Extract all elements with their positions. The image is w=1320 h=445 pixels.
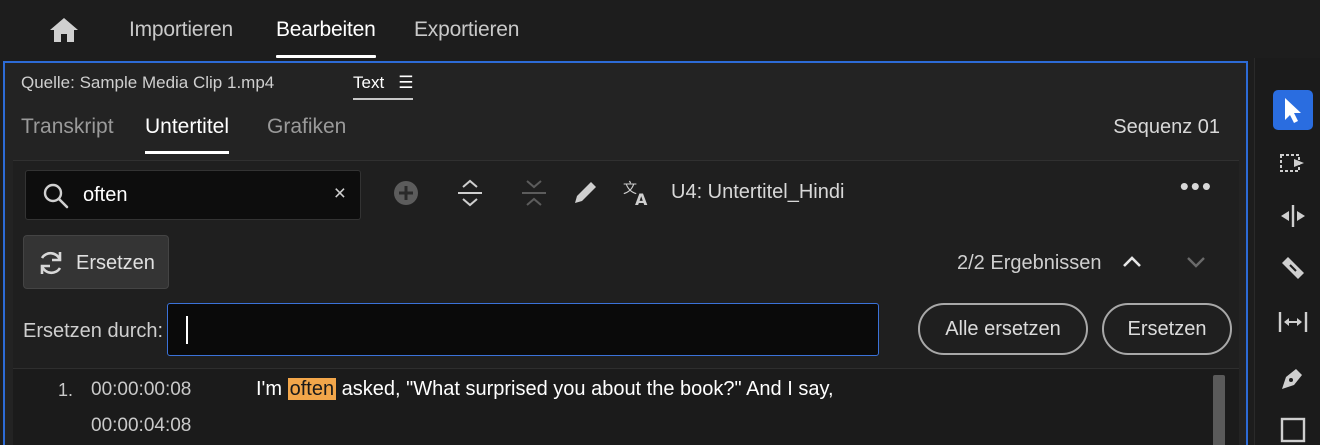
razor-tool[interactable] <box>1273 248 1313 288</box>
track-select-tool[interactable] <box>1273 144 1313 184</box>
track-select-icon <box>1280 154 1304 172</box>
replace-row: Ersetzen 2/2 Ergebnissen <box>13 225 1239 300</box>
search-input[interactable]: often <box>83 184 127 207</box>
svg-text:A: A <box>635 190 648 209</box>
replace-toggle-button[interactable]: Ersetzen <box>23 235 169 289</box>
pen-tool[interactable] <box>1273 358 1313 398</box>
scrollbar[interactable] <box>1213 375 1225 445</box>
ripple-edit-tool[interactable] <box>1273 196 1313 236</box>
chevron-up-icon[interactable] <box>1119 249 1145 275</box>
slip-icon <box>1278 312 1308 332</box>
caption-end-time[interactable]: 00:00:04:08 <box>91 415 191 437</box>
rectangle-icon <box>1280 417 1306 443</box>
search-highlight: often <box>287 378 337 400</box>
caption-text-after: asked, "What surprised you about the boo… <box>336 378 834 400</box>
caption-start-time[interactable]: 00:00:00:08 <box>91 379 191 401</box>
tab-grafiken[interactable]: Grafiken <box>267 115 346 139</box>
replace-with-label: Ersetzen durch: <box>23 320 164 342</box>
translate-icon[interactable]: 文 A <box>621 177 653 209</box>
merge-caption-icon[interactable] <box>518 177 550 209</box>
replace-with-input[interactable] <box>167 303 879 356</box>
panel-menu-icon[interactable]: ☰ <box>398 73 413 92</box>
search-field[interactable]: often × <box>25 170 361 220</box>
caption-text-before: I'm <box>256 378 288 400</box>
tab-transkript[interactable]: Transkript <box>21 115 114 139</box>
search-results-count: 2/2 Ergebnissen <box>957 252 1102 274</box>
selection-tool-icon <box>1285 98 1301 123</box>
search-icon <box>43 183 69 209</box>
replace-with-row: Ersetzen durch: Alle ersetzen Ersetzen <box>13 300 1239 368</box>
replace-all-button[interactable]: Alle ersetzen <box>918 303 1088 355</box>
caption-number: 1. <box>58 380 74 400</box>
caption-track-label[interactable]: U4: Untertitel_Hindi <box>671 181 844 204</box>
caption-list: 1. 00:00:00:08 00:00:04:08 I'm often ask… <box>13 368 1239 445</box>
refresh-icon <box>40 251 62 275</box>
clear-search-icon[interactable]: × <box>334 182 346 206</box>
replace-button[interactable]: Ersetzen <box>1102 303 1232 355</box>
text-cursor <box>186 316 188 344</box>
nav-tab-bearbeiten[interactable]: Bearbeiten <box>276 18 376 58</box>
ripple-edit-icon <box>1281 205 1305 227</box>
caption-text[interactable]: I'm often asked, "What surprised you abo… <box>256 378 834 401</box>
split-caption-icon[interactable] <box>454 177 486 209</box>
home-icon[interactable] <box>48 16 80 44</box>
nav-tab-importieren[interactable]: Importieren <box>129 18 233 42</box>
slip-tool[interactable] <box>1273 302 1313 342</box>
edit-icon[interactable] <box>569 177 601 209</box>
sequence-name: Sequenz 01 <box>1113 116 1220 138</box>
top-navigation: Importieren Bearbeiten Exportieren <box>0 0 1320 58</box>
rectangle-tool[interactable] <box>1273 410 1313 445</box>
source-label[interactable]: Quelle: Sample Media Clip 1.mp4 <box>21 73 274 93</box>
nav-tab-exportieren[interactable]: Exportieren <box>414 18 519 42</box>
caption-toolbar: often × 文 A U4: Untertitel_Hindi ••• <box>13 160 1239 225</box>
add-caption-icon[interactable] <box>390 177 422 209</box>
pen-icon <box>1282 369 1302 389</box>
text-panel: Quelle: Sample Media Clip 1.mp4 Text ☰ Tr… <box>3 61 1248 445</box>
replace-toggle-label: Ersetzen <box>76 252 155 274</box>
chevron-down-icon[interactable] <box>1183 249 1209 275</box>
more-options-icon[interactable]: ••• <box>1180 171 1213 202</box>
text-tab-label: Text <box>353 73 385 92</box>
text-panel-tab[interactable]: Text ☰ <box>353 73 414 100</box>
selection-tool[interactable] <box>1273 90 1313 130</box>
tools-panel <box>1254 58 1320 445</box>
tab-untertitel[interactable]: Untertitel <box>145 115 230 154</box>
razor-icon <box>1282 257 1304 279</box>
